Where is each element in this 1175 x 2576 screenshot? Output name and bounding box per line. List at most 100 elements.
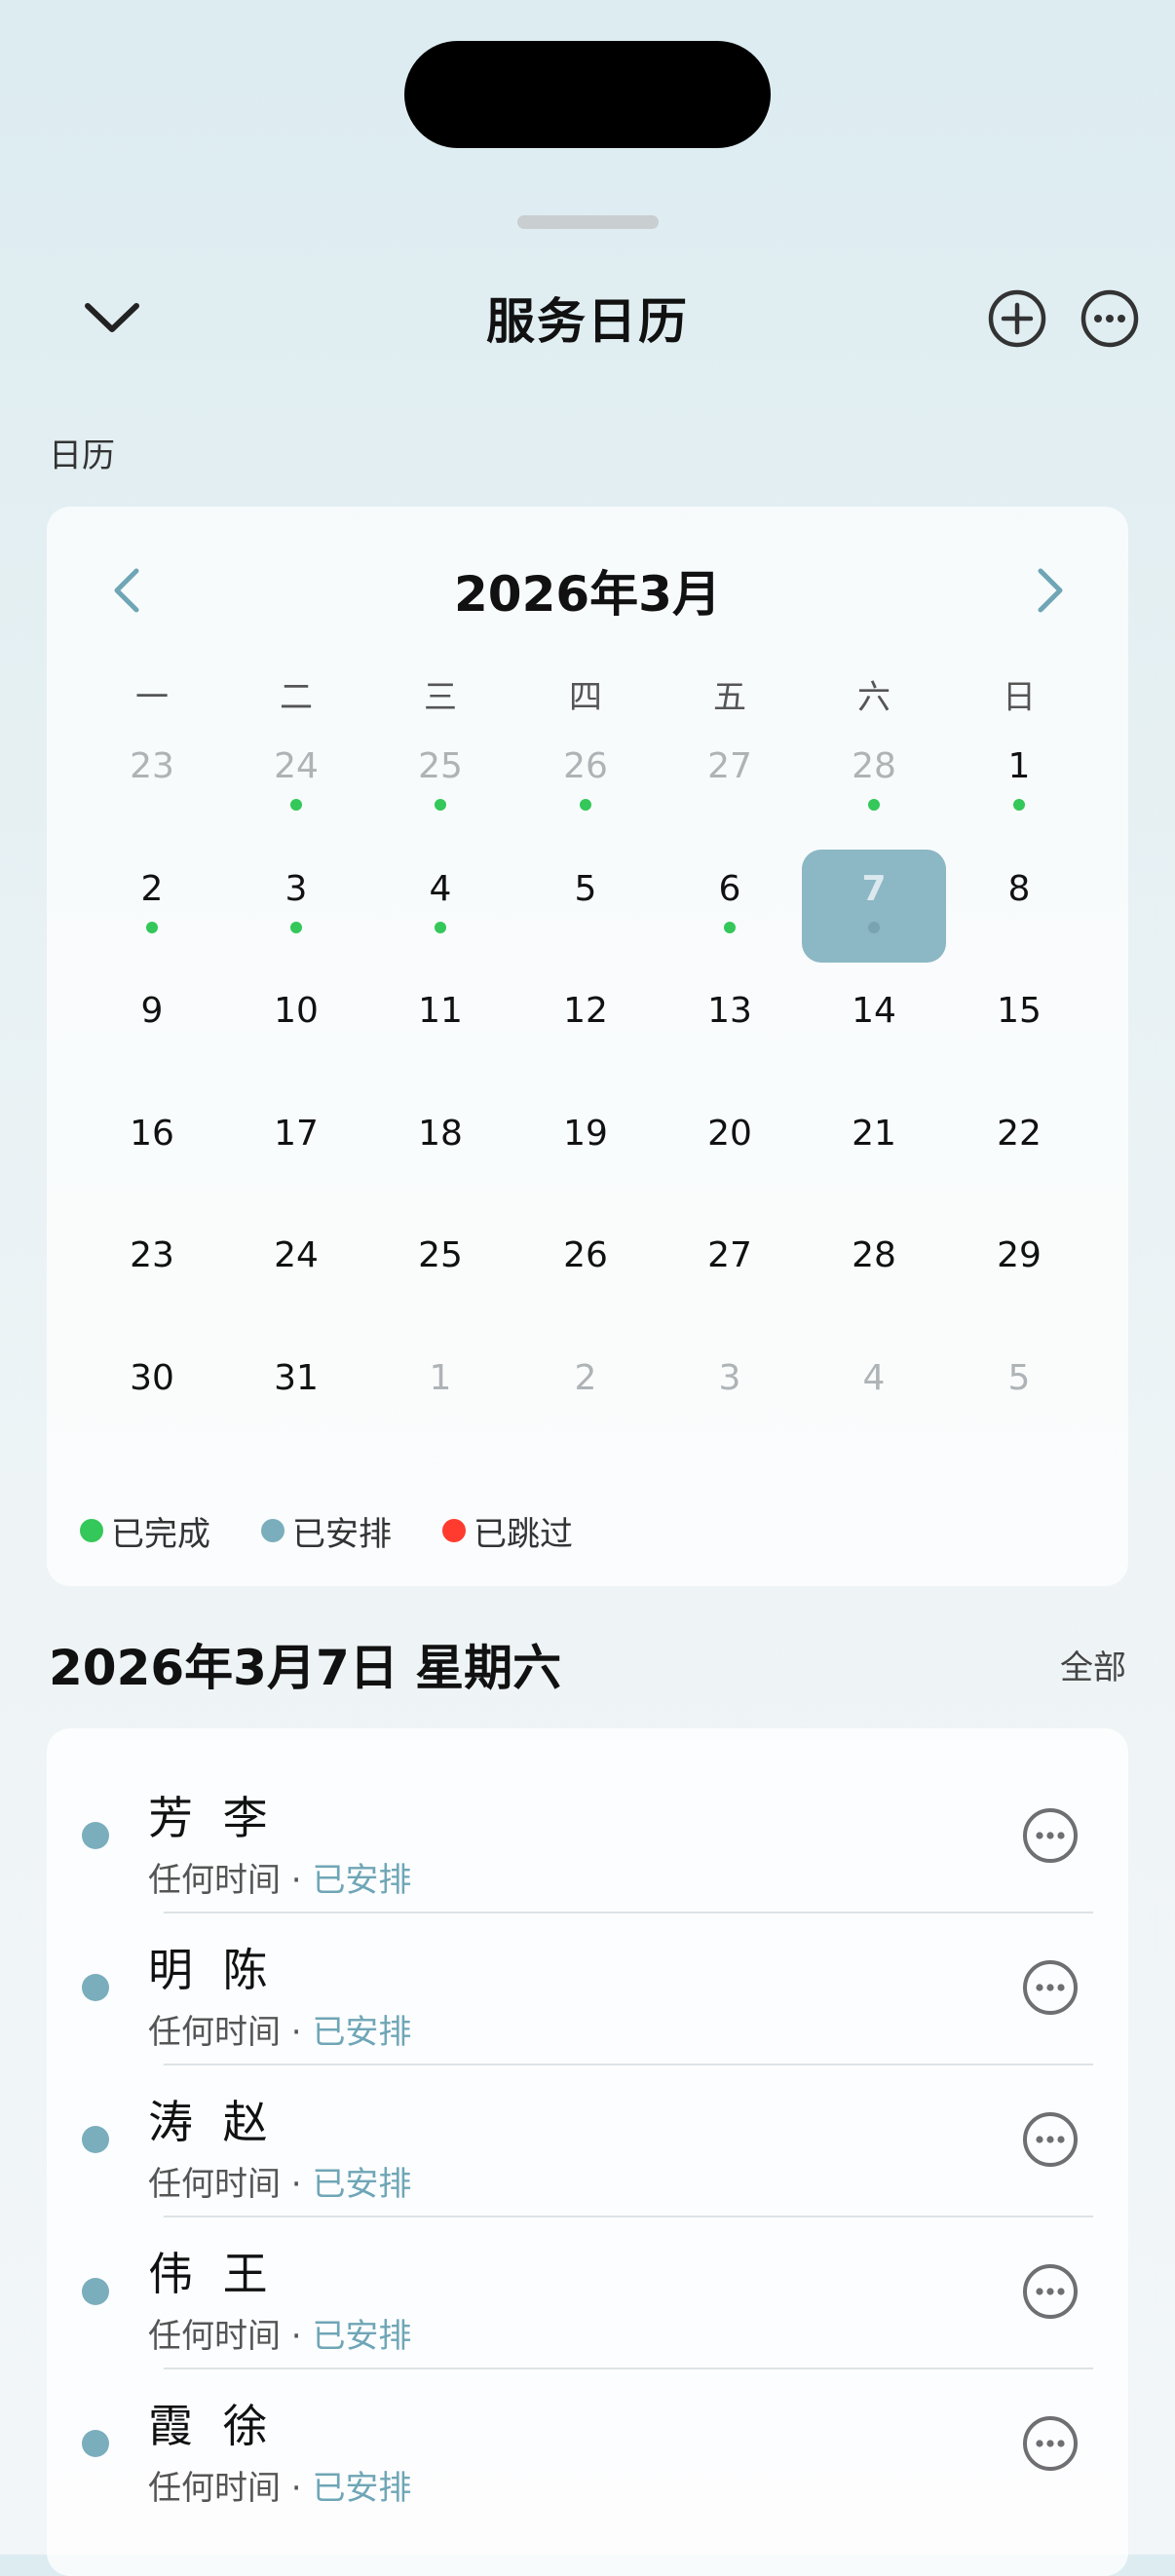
calendar-day-number: 31: [274, 1358, 319, 1398]
calendar-day-number: 25: [418, 746, 463, 786]
more-circle-icon[interactable]: [1021, 2262, 1080, 2321]
separator: ·: [281, 2317, 313, 2356]
scheduled-status-dot: [82, 1822, 109, 1849]
dynamic-island: [404, 41, 771, 148]
calendar-day-number: 1: [1007, 746, 1031, 786]
weekday-label: 二: [280, 678, 313, 717]
agenda-item[interactable]: 明 陈任何时间 · 已安排: [47, 1913, 1128, 2065]
calendar-day[interactable]: 21: [802, 1094, 946, 1207]
calendar-day[interactable]: 5: [947, 1339, 1091, 1452]
more-circle-icon[interactable]: [1021, 2110, 1080, 2169]
calendar-day[interactable]: 12: [513, 971, 658, 1084]
calendar-day[interactable]: 27: [658, 1216, 802, 1329]
completed-dot: [724, 922, 736, 933]
calendar-day[interactable]: 25: [368, 1216, 512, 1329]
selected-date-heading: 2026年3月7日 星期六: [49, 1640, 562, 1696]
calendar-day[interactable]: 4: [802, 1339, 946, 1452]
all-filter-button[interactable]: 全部: [1060, 1641, 1126, 1688]
calendar-day[interactable]: 23: [80, 1216, 224, 1329]
status-label: 已安排: [312, 2317, 412, 2356]
calendar-day-number: 9: [140, 991, 164, 1031]
calendar-day[interactable]: 8: [947, 850, 1091, 963]
calendar-day-number: 18: [418, 1114, 463, 1154]
agenda-item[interactable]: 芳 李任何时间 · 已安排: [47, 1762, 1128, 1913]
agenda-item[interactable]: 伟 王任何时间 · 已安排: [47, 2217, 1128, 2369]
calendar-day[interactable]: 27: [658, 727, 802, 840]
separator: ·: [281, 2165, 313, 2204]
calendar-day[interactable]: 9: [80, 971, 224, 1084]
calendar-day-number: 5: [1007, 1358, 1031, 1398]
legend-label: 已安排: [292, 1514, 392, 1554]
calendar-day[interactable]: 14: [802, 971, 946, 1084]
calendar-day[interactable]: 18: [368, 1094, 512, 1207]
calendar-day[interactable]: 19: [513, 1094, 658, 1207]
more-circle-icon[interactable]: [1080, 288, 1140, 349]
completed-dot: [868, 799, 880, 811]
completed-dot: [580, 799, 591, 811]
more-circle-icon[interactable]: [1021, 1958, 1080, 2017]
calendar-day-number: 11: [418, 991, 463, 1031]
calendar-day[interactable]: 31: [224, 1339, 368, 1452]
completed-dot: [290, 922, 302, 933]
calendar-day-number: 21: [852, 1114, 896, 1154]
legend-dot: [442, 1519, 466, 1542]
calendar-day[interactable]: 10: [224, 971, 368, 1084]
completed-dot: [435, 922, 446, 933]
calendar-day[interactable]: 6: [658, 850, 802, 963]
agenda-item[interactable]: 霞 徐任何时间 · 已安排: [47, 2369, 1128, 2521]
calendar-day[interactable]: 26: [513, 1216, 658, 1329]
calendar-day-number: 4: [429, 869, 452, 909]
agenda-subtitle: 任何时间 · 已安排: [148, 2005, 411, 2053]
add-circle-icon[interactable]: [987, 288, 1047, 349]
calendar-day[interactable]: 28: [802, 1216, 946, 1329]
calendar-day[interactable]: 29: [947, 1216, 1091, 1329]
calendar-day[interactable]: 13: [658, 971, 802, 1084]
calendar-day[interactable]: 15: [947, 971, 1091, 1084]
weekday-label: 五: [713, 678, 746, 717]
legend-dot: [261, 1519, 284, 1542]
calendar-day-number: 24: [274, 746, 319, 786]
calendar-day-number: 26: [563, 1235, 608, 1275]
calendar-day[interactable]: 24: [224, 1216, 368, 1329]
calendar-day-number: 26: [563, 746, 608, 786]
calendar-day-number: 29: [997, 1235, 1042, 1275]
weekday-label: 三: [424, 678, 457, 717]
time-label: 任何时间: [148, 2165, 281, 2204]
calendar-day[interactable]: 20: [658, 1094, 802, 1207]
calendar-day[interactable]: 26: [513, 727, 658, 840]
calendar-day[interactable]: 11: [368, 971, 512, 1084]
calendar-day[interactable]: 3: [224, 850, 368, 963]
scheduled-status-dot: [82, 2278, 109, 2305]
calendar-day-number: 20: [707, 1114, 752, 1154]
client-name: 芳 李: [148, 1792, 276, 1844]
more-circle-icon[interactable]: [1021, 2414, 1080, 2473]
calendar-day[interactable]: 4: [368, 850, 512, 963]
legend-item: 已完成: [80, 1507, 210, 1555]
sheet-grabber[interactable]: [517, 215, 659, 229]
calendar-day[interactable]: 17: [224, 1094, 368, 1207]
calendar-day[interactable]: 28: [802, 727, 946, 840]
calendar-day[interactable]: 25: [368, 727, 512, 840]
calendar-day[interactable]: 22: [947, 1094, 1091, 1207]
calendar-day[interactable]: 16: [80, 1094, 224, 1207]
calendar-day-number: 3: [284, 869, 308, 909]
more-circle-icon[interactable]: [1021, 1806, 1080, 1865]
chevron-right-icon[interactable]: [1031, 565, 1070, 616]
calendar-day[interactable]: 23: [80, 727, 224, 840]
calendar-day-selected[interactable]: 7: [802, 850, 946, 963]
completed-dot: [435, 799, 446, 811]
calendar-day-number: 15: [997, 991, 1042, 1031]
weekday-label: 六: [857, 678, 891, 717]
calendar-day-number: 17: [274, 1114, 319, 1154]
calendar-day[interactable]: 5: [513, 850, 658, 963]
calendar-day[interactable]: 1: [947, 727, 1091, 840]
calendar-day-number: 10: [274, 991, 319, 1031]
calendar-day[interactable]: 1: [368, 1339, 512, 1452]
client-name: 涛 赵: [148, 2096, 276, 2148]
calendar-day[interactable]: 30: [80, 1339, 224, 1452]
calendar-day[interactable]: 2: [80, 850, 224, 963]
calendar-day[interactable]: 2: [513, 1339, 658, 1452]
agenda-item[interactable]: 涛 赵任何时间 · 已安排: [47, 2065, 1128, 2217]
calendar-day[interactable]: 24: [224, 727, 368, 840]
calendar-day[interactable]: 3: [658, 1339, 802, 1452]
